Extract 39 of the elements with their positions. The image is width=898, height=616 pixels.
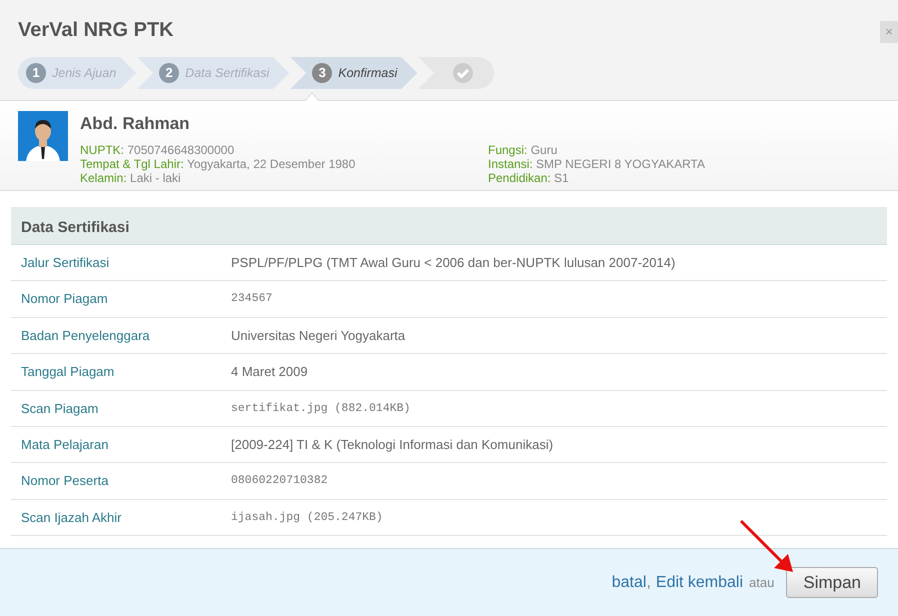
info-line: NUPTK: 7050746648300000 — [80, 142, 236, 156]
field-value: Universitas Negeri Yogyakarta — [231, 326, 406, 345]
step-tab[interactable]: 1 Jenis Ajuan — [18, 57, 136, 89]
info-line: Instansi: SMP NEGERI 8 YOGYAKARTA — [488, 156, 706, 170]
info-line: Fungsi: Guru — [488, 142, 558, 156]
field-label: Scan Piagam — [21, 400, 100, 418]
step-number: 1 — [26, 63, 46, 83]
step-tab[interactable]: 2 Data Sertifikasi — [137, 57, 290, 89]
info-line: Tempat & Tgl Lahir: Yogyakarta, 22 Desember 1980 — [80, 156, 356, 170]
field-label: Badan Penyelenggara — [21, 326, 151, 345]
save-button[interactable]: Simpan — [786, 566, 878, 598]
window-title: VerVal NRG PTK — [18, 18, 175, 42]
field-value: [2009-224] TI & K (Teknologi Informasi dan Komunikasi) — [231, 436, 554, 454]
field-label: Tanggal Piagam — [21, 363, 116, 382]
field-value: sertifikat.jpg (882.014KB) — [231, 400, 410, 417]
field-value: PSPL/PF/PLPG (TMT Awal Guru < 2006 dan ber-NUPTK lulusan 2007-2014) — [231, 254, 676, 272]
separator: , — [646, 572, 651, 592]
field-label: Mata Pelajaran — [21, 436, 110, 454]
field-label: Nomor Piagam — [21, 290, 109, 308]
field-label: Scan Ijazah Akhir — [21, 508, 122, 527]
person-name: Abd. Rahman — [80, 113, 191, 135]
annotation-arrow — [738, 518, 796, 574]
info-line: Kelamin: Laki - laki — [80, 170, 182, 184]
field-label: Jalur Sertifikasi — [21, 254, 110, 272]
field-value: 08060220710382 — [231, 473, 328, 490]
step-tab[interactable]: 3 Konfirmasi — [290, 57, 418, 89]
step-tab[interactable] — [418, 57, 494, 89]
field-value: 4 Maret 2009 — [231, 363, 308, 382]
section-header: Data Sertifikasi — [11, 207, 887, 245]
step-number: 2 — [159, 63, 180, 83]
field-value: 234567 — [231, 291, 272, 308]
or-text: atau — [749, 574, 774, 592]
check-icon — [452, 62, 474, 84]
field-value: ijasah.jpg (205.247KB) — [231, 510, 383, 526]
field-label: Nomor Peserta — [21, 472, 110, 490]
info-line: Pendidikan: S1 — [488, 170, 570, 184]
edit-link[interactable]: Edit kembali — [656, 570, 744, 594]
cancel-link[interactable]: batal — [612, 570, 646, 594]
step-number: 3 — [312, 63, 332, 83]
